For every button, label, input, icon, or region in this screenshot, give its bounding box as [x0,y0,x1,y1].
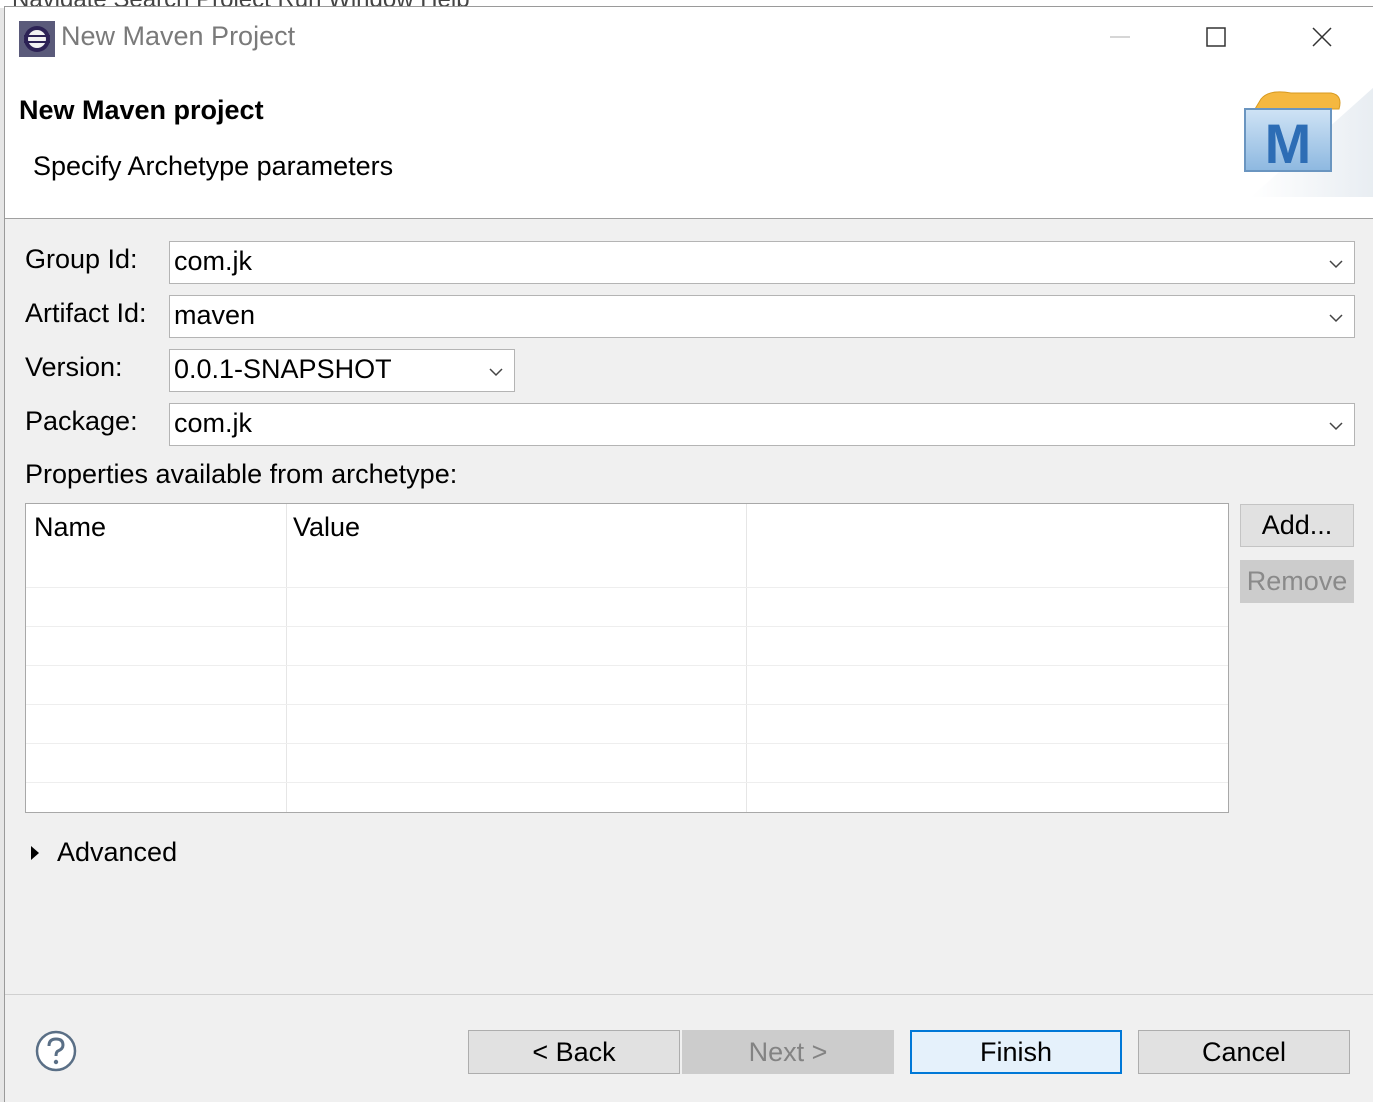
eclipse-app-icon [19,21,55,57]
version-combo[interactable]: 0.0.1-SNAPSHOT [169,349,515,392]
column-header-value[interactable]: Value [293,512,360,543]
next-button[interactable]: Next > [682,1030,894,1074]
artifact-id-label: Artifact Id: [25,298,147,328]
row-divider [26,587,1228,588]
group-id-combo[interactable]: com.jk [169,241,1355,284]
wizard-title: New Maven project [19,95,264,125]
close-button[interactable] [1297,17,1347,57]
column-header-name[interactable]: Name [34,512,106,543]
row-divider [26,743,1228,744]
maven-logo-icon: M [1244,87,1373,197]
version-label: Version: [25,352,123,382]
footer-divider [5,994,1373,995]
package-label: Package: [25,406,138,436]
remove-property-button[interactable]: Remove [1240,560,1354,603]
group-id-label: Group Id: [25,244,138,274]
advanced-label: Advanced [57,837,178,867]
row-divider [26,626,1228,627]
back-button[interactable]: < Back [468,1030,680,1074]
artifact-id-value: maven [174,300,256,330]
window-title: New Maven Project [61,21,296,51]
column-divider [746,504,747,812]
chevron-down-icon[interactable] [486,362,506,382]
minimize-icon [1110,36,1130,38]
row-divider [26,704,1228,705]
row-divider [26,665,1228,666]
wizard-subtitle: Specify Archetype parameters [33,151,394,181]
expand-arrow-icon [31,845,39,860]
wizard-banner: New Maven project Specify Archetype para… [5,67,1373,219]
finish-button[interactable]: Finish [910,1030,1122,1074]
ide-left-edge [0,8,4,1102]
package-value: com.jk [174,408,253,438]
add-property-button[interactable]: Add... [1240,504,1354,547]
new-maven-project-dialog: New Maven Project New Maven project Spec… [4,6,1373,1102]
properties-table[interactable]: Name Value [25,503,1229,813]
minimize-button[interactable] [1095,17,1145,57]
close-icon [1312,27,1332,47]
version-value: 0.0.1-SNAPSHOT [174,354,392,384]
chevron-down-icon[interactable] [1326,254,1346,274]
maximize-button[interactable] [1191,17,1241,57]
svg-text:M: M [1265,112,1312,175]
group-id-value: com.jk [174,246,253,276]
title-bar: New Maven Project [5,7,1373,67]
help-icon[interactable] [35,1030,77,1072]
advanced-section-toggle[interactable]: Advanced [29,837,177,868]
maximize-icon [1206,27,1226,47]
chevron-down-icon[interactable] [1326,416,1346,436]
column-divider [286,504,287,812]
artifact-id-combo[interactable]: maven [169,295,1355,338]
package-combo[interactable]: com.jk [169,403,1355,446]
cancel-button[interactable]: Cancel [1138,1030,1350,1074]
row-divider [26,782,1228,783]
properties-label: Properties available from archetype: [25,459,458,489]
chevron-down-icon[interactable] [1326,308,1346,328]
